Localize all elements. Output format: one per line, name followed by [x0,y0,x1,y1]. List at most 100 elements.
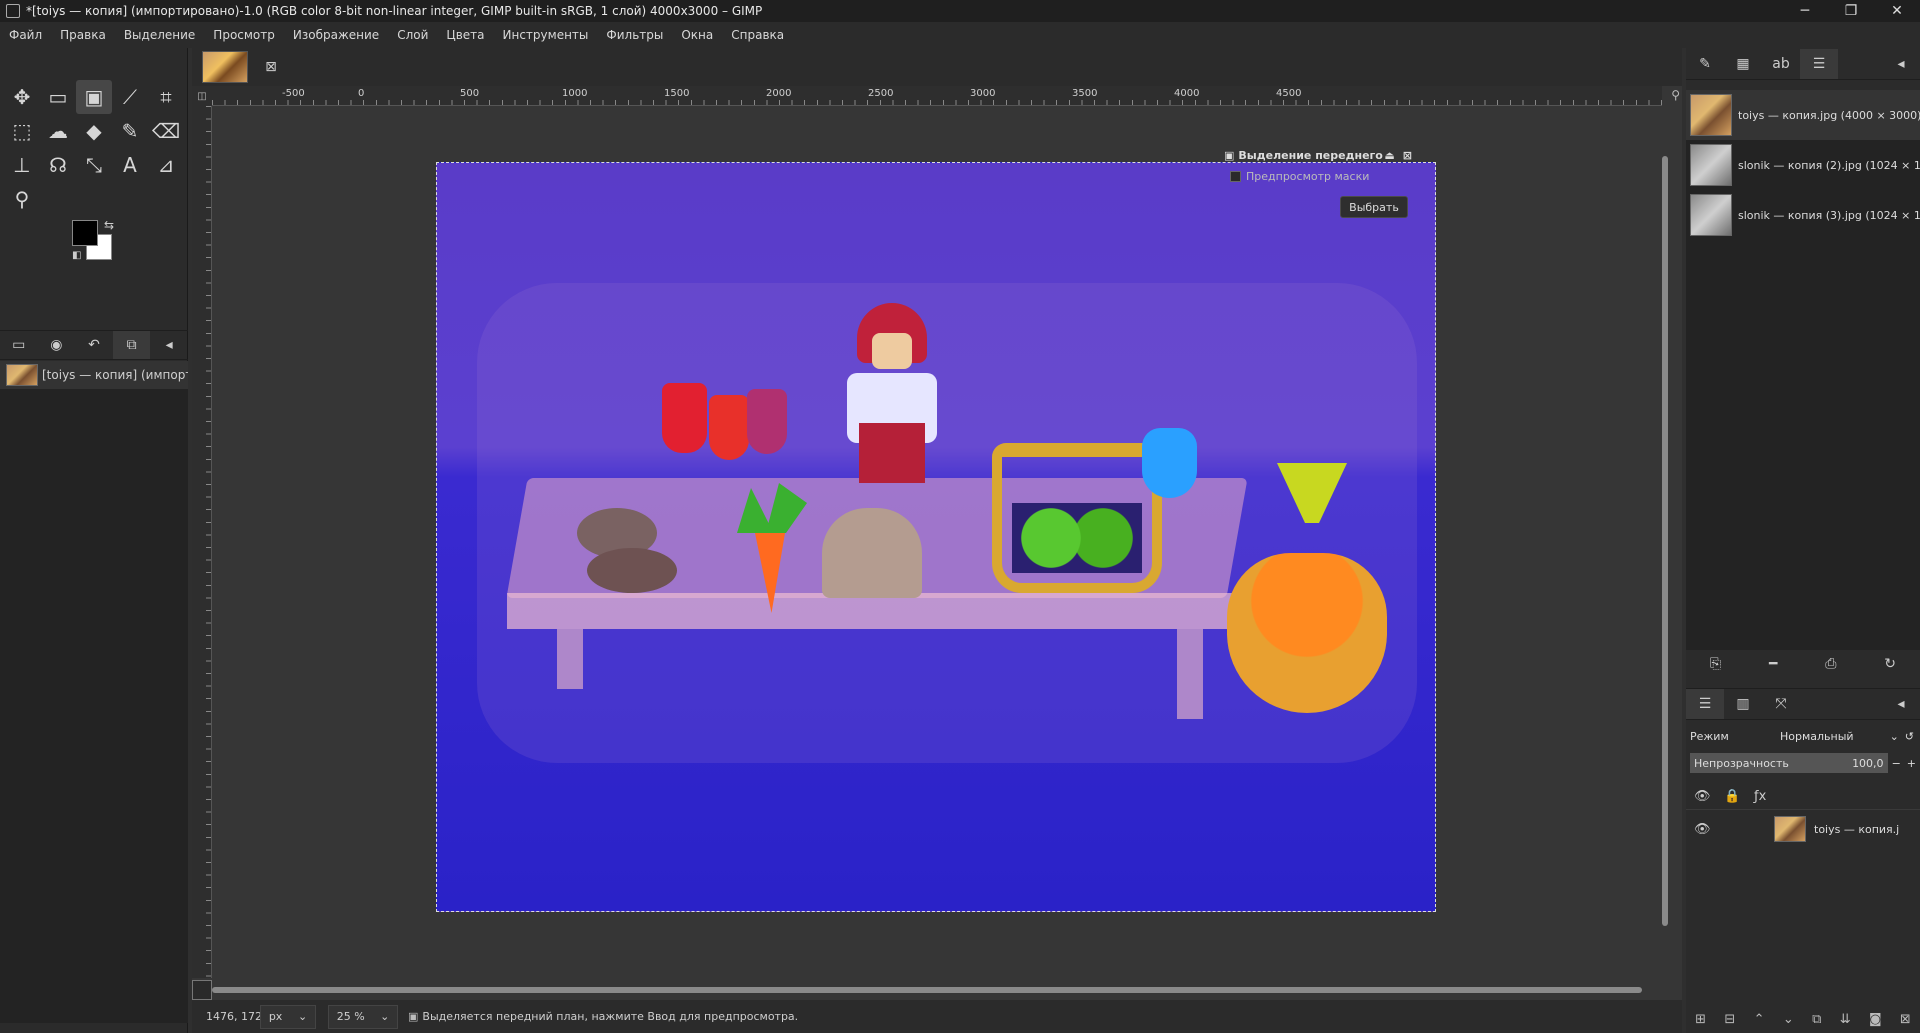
tool-options-tab-icon[interactable]: ▭ [0,331,38,359]
left-dock-tabs: ▭ ◉ ↶ ⧉ ◂ [0,330,188,360]
chevron-down-icon[interactable]: ⌄ [1890,730,1899,743]
menu-select[interactable]: Выделение [115,22,204,48]
image-tab[interactable] [202,51,248,83]
menu-view[interactable]: Просмотр [204,22,284,48]
zoom-icon[interactable]: ⚲ [4,182,40,216]
decrease-icon[interactable]: − [1892,757,1901,770]
menu-windows[interactable]: Окна [672,22,722,48]
mask-icon[interactable]: ◙ [1869,1012,1882,1027]
image-canvas[interactable] [436,162,1436,912]
undo-history-tab-icon[interactable]: ↶ [75,331,113,359]
list-item[interactable]: slonik — копия (2).jpg (1024 × 10 [1686,140,1920,190]
menu-image[interactable]: Изображение [284,22,388,48]
unit-select[interactable]: px ⌄ [260,1004,316,1029]
paths-tab-icon[interactable]: ⤧ [1762,689,1800,719]
refresh-icon[interactable]: ↻ [1884,656,1896,672]
preview-mask-label: Предпросмотр маски [1246,170,1370,183]
patterns-tab-icon[interactable]: ▦ [1724,49,1762,79]
menu-help[interactable]: Справка [722,22,793,48]
smudge-icon[interactable]: ☊ [40,148,76,182]
visibility-icon[interactable]: 👁 [1694,822,1774,837]
scroll-thumb[interactable] [212,987,1642,993]
zoom-select[interactable]: 25 % ⌄ [328,1004,398,1029]
mode-select[interactable]: Нормальный [1780,730,1890,743]
rect-select-icon[interactable]: ▭ [40,80,76,114]
print-icon[interactable]: ⎙ [1825,656,1836,672]
channels-tab-icon[interactable]: ▥ [1724,689,1762,719]
visibility-icon[interactable]: 👁 [1694,789,1724,804]
maximize-button[interactable]: ❐ [1828,0,1874,22]
raise-layer-icon[interactable]: ⌃ [1754,1012,1765,1027]
preview-mask-checkbox[interactable] [1230,171,1241,182]
warp-icon[interactable]: ☁ [40,114,76,148]
increase-icon[interactable]: + [1907,757,1916,770]
dock-menu-icon[interactable]: ◂ [1882,49,1920,79]
images-tab-icon[interactable]: ⧉ [112,331,151,359]
fx-icon[interactable]: ƒx [1754,789,1784,804]
menu-edit[interactable]: Правка [51,22,115,48]
mode-reset-icon[interactable]: ↺ [1905,730,1914,743]
list-item[interactable]: toiys — копия.jpg (4000 × 3000) [1686,90,1920,140]
paths-icon[interactable]: ⤡ [76,148,112,182]
menu-tools[interactable]: Инструменты [494,22,598,48]
preview-mask-row[interactable]: Предпросмотр маски [1224,170,1412,183]
vertical-scrollbar[interactable] [1660,106,1670,978]
clone-icon[interactable]: ⊥ [4,148,40,182]
close-icon[interactable]: ⊠ [1403,149,1412,162]
eraser-icon[interactable]: ⌫ [148,114,184,148]
transform-icon[interactable]: ⬚ [4,114,40,148]
quick-mask-toggle[interactable] [192,980,212,1000]
reset-colors-icon[interactable]: ◧ [72,250,81,261]
lower-layer-icon[interactable]: ⌄ [1783,1012,1794,1027]
horizontal-scrollbar[interactable] [212,985,1662,995]
menu-filters[interactable]: Фильтры [597,22,672,48]
paintbrush-icon[interactable]: ✎ [112,114,148,148]
merge-layer-icon[interactable]: ⇊ [1840,1012,1851,1027]
scroll-thumb[interactable] [1662,156,1668,926]
dock-menu-icon[interactable]: ◂ [150,331,188,359]
horizontal-ruler[interactable]: -500 0 500 1000 1500 2000 2500 3000 3500… [212,86,1662,106]
new-group-icon[interactable]: ⊟ [1724,1012,1735,1027]
brushes-tab-icon[interactable]: ✎ [1686,49,1724,79]
ruler-label: 4000 [1174,88,1200,99]
chevron-down-icon: ⌄ [380,1010,390,1023]
fuzzy-select-icon[interactable]: ⟋ [112,80,148,114]
move-icon[interactable]: ✥ [4,80,40,114]
close-icon[interactable]: ⊠ [258,54,284,80]
dock-menu-icon[interactable]: ◂ [1882,689,1920,719]
crop-icon[interactable]: ⌗ [148,80,184,114]
lock-icon[interactable]: 🔒 [1724,789,1754,804]
foreground-select-icon[interactable]: ▣ [76,80,112,114]
images-list-tab-icon[interactable]: ☰ [1800,48,1838,79]
menu-colors[interactable]: Цвета [437,22,493,48]
delete-layer-icon[interactable]: ⊠ [1900,1012,1911,1027]
remove-icon[interactable]: ━ [1769,656,1777,672]
menu-bar: Файл Правка Выделение Просмотр Изображен… [0,22,1920,48]
menu-file[interactable]: Файл [0,22,51,48]
fonts-tab-icon[interactable]: ab [1762,49,1800,79]
swap-colors-icon[interactable]: ⇆ [104,218,114,232]
list-item[interactable]: slonik — копия (3).jpg (1024 × 10 [1686,190,1920,240]
layers-tab-icon[interactable]: ☰ [1686,689,1724,719]
device-status-tab-icon[interactable]: ◉ [38,331,76,359]
text-icon[interactable]: A [112,148,148,182]
right-dock-tabs-top: ✎ ▦ ab ☰ ◂ [1686,48,1920,80]
list-item[interactable]: [toiys — копия] (импортирова [0,361,188,389]
minimize-button[interactable]: ─ [1782,0,1828,22]
menu-layer[interactable]: Слой [388,22,437,48]
duplicate-layer-icon[interactable]: ⧉ [1812,1012,1821,1027]
vertical-ruler[interactable] [192,106,212,978]
color-picker-icon[interactable]: ⊿ [148,148,184,182]
foreground-color-swatch[interactable] [72,220,98,246]
layer-row[interactable]: 👁 toiys — копия.j [1686,814,1920,844]
navigate-icon[interactable]: ⚲ [1671,88,1680,102]
opacity-slider[interactable]: Непрозрачность 100,0 [1690,753,1888,773]
open-image-icon[interactable]: ⎘ [1710,656,1721,672]
detach-icon[interactable]: ⏏ [1384,149,1394,162]
image-list-buttons: ⎘ ━ ⎙ ↻ [1686,650,1920,678]
new-layer-icon[interactable]: ⊞ [1695,1012,1706,1027]
bucket-fill-icon[interactable]: ◆ [76,114,112,148]
select-button[interactable]: Выбрать [1340,196,1408,218]
ruler-corner-icon[interactable]: ◫ [192,86,212,106]
close-button[interactable]: ✕ [1874,0,1920,22]
